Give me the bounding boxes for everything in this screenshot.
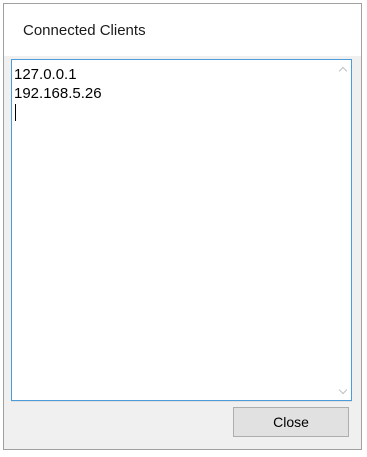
client-line: 127.0.0.1 bbox=[14, 66, 77, 83]
text-caret bbox=[15, 104, 16, 121]
clients-text-area[interactable]: 127.0.0.1 192.168.5.26 bbox=[11, 59, 352, 401]
scroll-down-button[interactable] bbox=[334, 383, 351, 400]
footer-divider bbox=[11, 401, 352, 402]
clients-list: 127.0.0.1 192.168.5.26 bbox=[14, 65, 102, 121]
chevron-down-icon bbox=[338, 385, 347, 394]
vertical-scrollbar[interactable] bbox=[334, 60, 351, 400]
client-line: 192.168.5.26 bbox=[14, 85, 102, 102]
title-bar: Connected Clients bbox=[4, 4, 361, 56]
scroll-up-button[interactable] bbox=[334, 60, 351, 77]
close-button[interactable]: Close bbox=[233, 407, 349, 437]
dialog-title: Connected Clients bbox=[23, 22, 146, 39]
connected-clients-dialog: Connected Clients 127.0.0.1 192.168.5.26… bbox=[3, 3, 362, 450]
chevron-up-icon bbox=[338, 66, 347, 75]
